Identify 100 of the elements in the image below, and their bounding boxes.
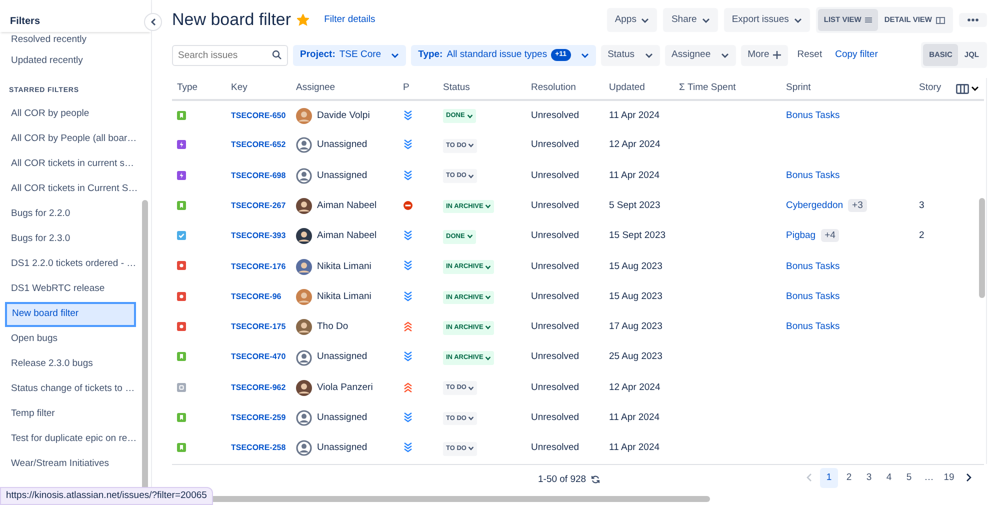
search-field[interactable]: Search issues: [172, 44, 288, 66]
date-text: 15 Aug 2023: [609, 260, 662, 272]
page-button[interactable]: 2: [840, 468, 858, 488]
more-icon: [967, 18, 979, 22]
resolution-text: Unresolved: [531, 139, 580, 150]
chevron-down-icon: [971, 85, 979, 92]
page-button[interactable]: …: [920, 468, 938, 488]
action-button[interactable]: Apps: [606, 8, 658, 32]
sidebar-item[interactable]: DS1 2.2.0 tickets ordered - …: [5, 252, 136, 276]
issue-key-link[interactable]: TSECORE-258: [231, 443, 286, 452]
chevrons-down-icon: [403, 230, 413, 242]
reset-button[interactable]: Reset: [793, 48, 826, 62]
sidebar-item[interactable]: Bugs for 2.3.0: [5, 226, 136, 252]
column-header: Sprint: [786, 82, 811, 94]
sidebar-item[interactable]: Status change of tickets to …: [5, 376, 136, 402]
chevron-down-icon: [485, 204, 492, 210]
more-actions-button[interactable]: [959, 13, 987, 27]
date-text: 15 Sept 2023: [609, 230, 666, 242]
sidebar-item[interactable]: All COR tickets in Current S…: [5, 176, 136, 202]
collapse-button[interactable]: [144, 13, 162, 31]
scrollbar-thumb[interactable]: [979, 198, 985, 298]
sidebar-item[interactable]: All COR by people: [5, 102, 136, 126]
filter-dropdown[interactable]: Project: TSE Core: [293, 44, 406, 66]
page-button[interactable]: 3: [860, 468, 878, 488]
date-text: 17 Aug 2023: [609, 321, 662, 332]
sprint-link[interactable]: Bonus Tasks: [786, 260, 840, 272]
filter-details-link[interactable]: Filter details: [320, 12, 380, 28]
copy-filter-link[interactable]: Copy filter: [831, 48, 882, 62]
column-picker-button[interactable]: [956, 84, 979, 94]
issue-key-link[interactable]: TSECORE-962: [231, 382, 286, 392]
chevrons-up-icon: [403, 382, 413, 393]
action-button[interactable]: Export issues: [724, 8, 810, 32]
sidebar-item[interactable]: Temp filter: [5, 402, 136, 426]
page-button[interactable]: 1: [820, 468, 838, 488]
action-button[interactable]: Share: [663, 8, 718, 32]
sidebar-item[interactable]: Bugs for 2.2.0: [5, 202, 136, 226]
issue-key-link[interactable]: TSECORE-96: [231, 292, 282, 301]
sidebar-item[interactable]: Test for duplicate epic on re…: [5, 426, 136, 452]
sidebar-item[interactable]: Open bugs: [5, 326, 136, 352]
sprint-link[interactable]: Cybergeddon: [786, 200, 844, 211]
page-button[interactable]: 5: [900, 468, 918, 488]
sidebar-item[interactable]: DS1 WebRTC release: [5, 276, 136, 302]
chevrons-down-icon: [403, 170, 413, 181]
column-header: Σ Time Spent: [679, 82, 736, 94]
sidebar-item[interactable]: Release 2.3.0 bugs: [5, 352, 136, 376]
refresh-icon[interactable]: [591, 475, 600, 484]
chevron-down-icon: [485, 294, 492, 300]
issue-key-link[interactable]: TSECORE-470: [231, 352, 286, 362]
page-button[interactable]: 4: [880, 468, 898, 488]
issue-key-link[interactable]: TSECORE-650: [231, 110, 286, 120]
resolution-text: Unresolved: [531, 260, 580, 272]
issue-key-link[interactable]: TSECORE-393: [231, 231, 286, 240]
chevrons-down-icon: [403, 110, 413, 120]
sidebar-item[interactable]: All COR by People (all boar…: [5, 126, 136, 152]
sprint-link[interactable]: Bonus Tasks: [786, 170, 840, 181]
avatar: [296, 380, 312, 396]
column-header: Key: [231, 82, 248, 94]
sidebar-item[interactable]: Updated recently: [5, 49, 136, 74]
issue-key-link[interactable]: TSECORE-267: [231, 200, 286, 210]
issue-key-link[interactable]: TSECORE-698: [231, 170, 286, 180]
date-text: 15 Aug 2023: [609, 290, 662, 302]
resolution-text: Unresolved: [531, 321, 580, 332]
blocker-icon: [403, 200, 413, 211]
column-header: Status: [443, 82, 470, 94]
chevron-down-icon: [466, 234, 473, 240]
chevron-down-icon: [580, 52, 589, 58]
user-silhouette-icon: [296, 440, 312, 456]
chevrons-down-icon: [403, 442, 413, 454]
resolution-text: Unresolved: [531, 200, 580, 211]
avatar: [296, 258, 312, 275]
sprint-link[interactable]: Bonus Tasks: [786, 290, 840, 302]
issue-key-link[interactable]: TSECORE-175: [231, 322, 286, 332]
page-button[interactable]: 19: [940, 468, 958, 488]
date-text: 11 Apr 2024: [609, 412, 660, 423]
sidebar-item[interactable]: Resolved recently: [5, 32, 136, 49]
chevron-down-icon: [468, 446, 474, 452]
scrollbar-thumb[interactable]: [142, 200, 148, 490]
assignee-name: Aiman Nabeel: [317, 198, 377, 213]
chevrons-up-icon: [403, 321, 413, 332]
sprint-link[interactable]: Bonus Tasks: [786, 321, 840, 332]
more-filters-button[interactable]: More: [740, 44, 788, 66]
chevron-left-icon: [806, 472, 812, 482]
sidebar-item[interactable]: New board filter: [5, 302, 136, 326]
sidebar-item[interactable]: All COR tickets in current s…: [5, 152, 136, 176]
sprint-link[interactable]: Pigbag: [786, 230, 816, 242]
resolution-text: Unresolved: [531, 351, 580, 362]
chevron-down-icon: [644, 52, 653, 58]
issue-key-link[interactable]: TSECORE-259: [231, 412, 286, 422]
issue-key-link[interactable]: TSECORE-176: [231, 262, 286, 270]
filter-dropdown[interactable]: Assignee: [664, 44, 736, 66]
result-count: 1-50 of 928: [538, 472, 586, 487]
chevron-down-icon: [391, 52, 400, 58]
filter-dropdown[interactable]: Status: [600, 44, 660, 66]
resolution-text: Unresolved: [531, 290, 580, 302]
star-icon[interactable]: [297, 14, 310, 26]
sprint-link[interactable]: Bonus Tasks: [786, 110, 840, 121]
sidebar-item[interactable]: Wear/Stream Initiatives: [5, 452, 136, 476]
story-icon: [177, 110, 186, 120]
issue-key-link[interactable]: TSECORE-652: [231, 140, 286, 150]
chevrons-down-icon: [403, 260, 413, 272]
